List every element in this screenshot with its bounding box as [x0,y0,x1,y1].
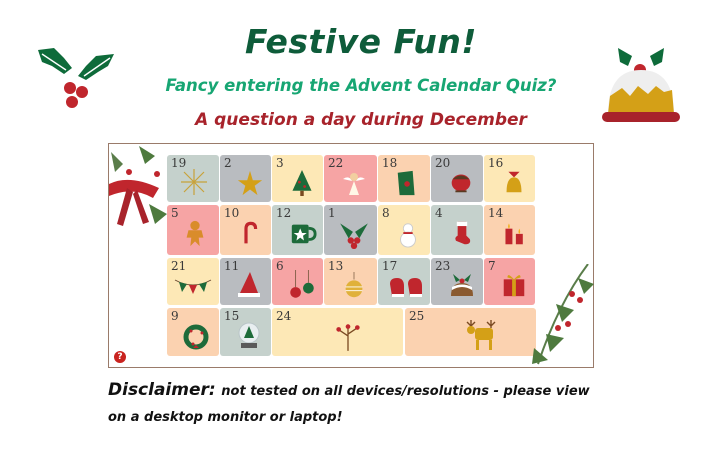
tagline: A question a day during December [195,110,527,130]
door-13[interactable]: 13 [324,258,377,305]
snowman-icon [400,223,416,248]
pudding-icon [451,274,473,296]
firework-icon [181,169,207,195]
stocking-icon [455,221,471,245]
door-6[interactable]: 6 [272,258,323,305]
santa-hat-icon [238,272,260,297]
door-11[interactable]: 11 [220,258,271,305]
present-icon [503,275,525,297]
robin-icon [451,174,471,193]
holly-garland-icon [532,264,594,365]
door-20[interactable]: 20 [431,155,483,202]
disclaimer: Disclaimer: not tested on all devices/re… [108,378,608,430]
door-21[interactable]: 21 [167,258,219,305]
wreath-icon [183,324,209,350]
door-19[interactable]: 19 [167,155,219,202]
mug-icon [291,224,317,244]
help-button[interactable]: ? [114,351,126,363]
holly-icon [340,223,368,249]
door-number: 3 [276,156,284,170]
door-number: 10 [224,206,240,220]
door-14[interactable]: 14 [484,205,535,255]
door-number: 8 [382,206,390,220]
disclaimer-label: Disclaimer: [108,380,216,400]
mittens-icon [390,278,422,297]
door-16[interactable]: 16 [484,155,535,202]
door-2[interactable]: 2 [220,155,271,202]
door-number: 18 [382,156,398,170]
door-number: 21 [171,259,187,273]
door-number: 14 [488,206,504,220]
door-number: 5 [171,206,179,220]
door-number: 1 [328,206,336,220]
holly-garland-icon [109,146,167,226]
christmas-tree-icon [292,170,312,196]
door-23[interactable]: 23 [431,258,483,305]
reindeer-icon [466,320,496,350]
christmas-card-icon [397,170,415,196]
candy-cane-icon [244,221,258,244]
star-icon [237,170,263,196]
door-25[interactable]: 25 [405,308,536,356]
gingerbread-man-icon [186,220,204,247]
bunting-icon [174,279,212,294]
door-number: 4 [435,206,443,220]
door-24[interactable]: 24 [272,308,403,356]
door-10[interactable]: 10 [220,205,271,255]
bauble-icon [345,272,363,298]
door-17[interactable]: 17 [378,258,430,305]
snow-globe-icon [238,322,260,348]
door-1[interactable]: 1 [324,205,377,255]
baubles-icon [290,270,314,298]
door-4[interactable]: 4 [431,205,483,255]
door-12[interactable]: 12 [272,205,323,255]
angel-icon [343,173,365,195]
door-5[interactable]: 5 [167,205,219,255]
door-8[interactable]: 8 [378,205,430,255]
door-number: 7 [488,259,496,273]
door-number: 6 [276,259,284,273]
door-3[interactable]: 3 [272,155,323,202]
door-number: 9 [171,309,179,323]
door-number: 2 [224,156,232,170]
door-number: 25 [409,309,425,323]
berry-sprig-icon [336,324,360,351]
door-18[interactable]: 18 [378,155,430,202]
candles-icon [505,223,523,245]
door-9[interactable]: 9 [167,308,219,356]
subtitle: Fancy entering the Advent Calendar Quiz? [165,76,557,95]
door-15[interactable]: 15 [220,308,271,356]
door-number: 12 [276,206,292,220]
door-22[interactable]: 22 [324,155,377,202]
door-number: 17 [382,259,398,273]
bells-icon [506,171,522,193]
door-number: 24 [276,309,292,323]
